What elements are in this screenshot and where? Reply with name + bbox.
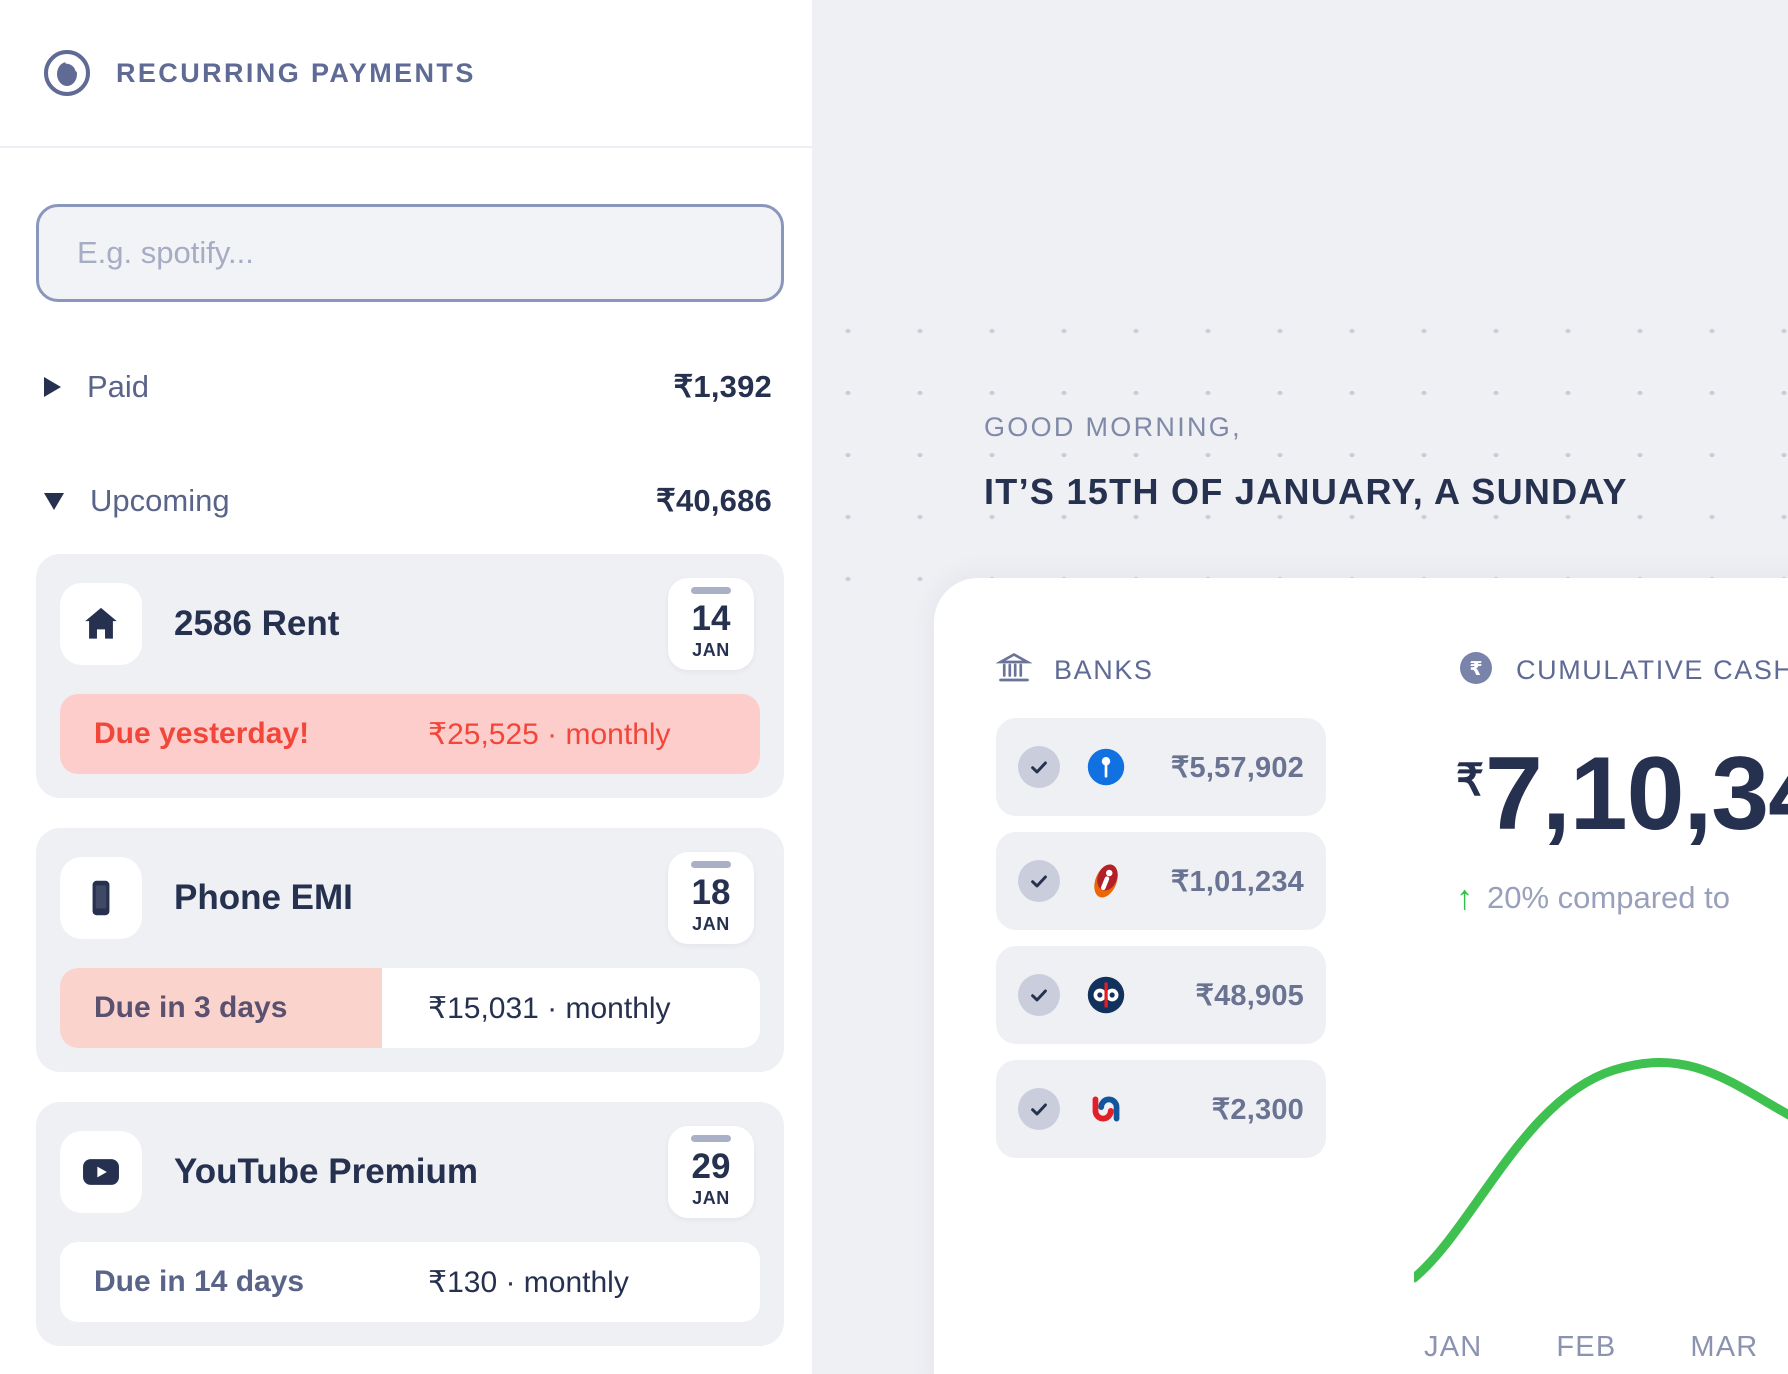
chart-x-label: MAR [1690, 1331, 1759, 1363]
kotak-logo-icon [1082, 971, 1130, 1019]
payment-card[interactable]: 2586 Rent 14 JAN Due yesterday! ₹25,525 … [36, 554, 784, 798]
phone-icon [60, 857, 142, 939]
group-header-paid[interactable]: Paid ₹1,392 [0, 356, 812, 418]
cash-section-title: CUMULATIVE CASH [1516, 655, 1788, 685]
payment-card[interactable]: Phone EMI 18 JAN Due in 3 days ₹15,031 ·… [36, 828, 784, 1072]
cumulative-cash-block: ₹7,10,34 ↑ 20% compared to [1456, 742, 1788, 916]
due-amount-label: ₹15,031 · monthly [428, 991, 671, 1025]
payment-card-list: 2586 Rent 14 JAN Due yesterday! ₹25,525 … [0, 532, 812, 1346]
union-bank-logo-icon [1082, 1085, 1130, 1133]
cash-line-chart [1409, 978, 1788, 1358]
cash-amount-value: 7,10,34 [1485, 736, 1788, 852]
check-icon[interactable] [1018, 974, 1060, 1016]
greeting-small: GOOD MORNING, [984, 412, 1242, 442]
arrow-up-icon: ↑ [1456, 879, 1473, 917]
date-badge: 18 JAN [668, 852, 754, 944]
date-badge-day: 14 [691, 599, 731, 638]
banks-list: ₹5,57,902 ₹1,01,234 ₹48,905 ₹2,300 [996, 718, 1326, 1174]
check-icon[interactable] [1018, 1088, 1060, 1130]
date-badge-month: JAN [692, 640, 730, 660]
bank-row-kotak[interactable]: ₹48,905 [996, 946, 1326, 1044]
payment-due-row: Due yesterday! ₹25,525 · monthly [60, 694, 760, 774]
bank-row-icici[interactable]: ₹1,01,234 [996, 832, 1326, 930]
payment-name: Phone EMI [174, 878, 353, 917]
payment-name: 2586 Rent [174, 604, 340, 643]
greeting-date: IT’S 15TH OF JANUARY, A SUNDAY [984, 471, 1628, 512]
payment-card-header: Phone EMI 18 JAN [60, 850, 760, 946]
cash-trend-text: 20% compared to [1487, 880, 1730, 915]
dashboard-main-panel: GOOD MORNING, IT’S 15TH OF JANUARY, A SU… [812, 0, 1788, 1374]
search-input[interactable] [36, 204, 784, 302]
payment-card[interactable]: YouTube Premium 29 JAN Due in 14 days ₹1… [36, 1102, 784, 1346]
chart-x-axis-labels: JAN FEB MAR [1424, 1331, 1788, 1364]
payment-card-header: YouTube Premium 29 JAN [60, 1124, 760, 1220]
summary-panel: BANKS ₹5,57,902 ₹1,01,234 ₹48,905 ₹2,300… [934, 578, 1788, 1374]
home-icon [60, 583, 142, 665]
group-label-upcoming: Upcoming [90, 483, 230, 518]
payment-name: YouTube Premium [174, 1152, 479, 1191]
bank-amount: ₹48,905 [1195, 979, 1304, 1012]
banks-section-header: BANKS [995, 650, 1154, 691]
rupee-circle-icon: ₹ [1458, 650, 1494, 691]
calendar-binding-icon [691, 1135, 731, 1142]
chart-x-label: FEB [1556, 1331, 1617, 1363]
icici-logo-icon [1082, 857, 1130, 905]
date-badge: 29 JAN [668, 1126, 754, 1218]
calendar-binding-icon [691, 587, 731, 594]
sbi-logo-icon [1082, 743, 1130, 791]
triangle-right-icon [44, 377, 61, 397]
sidebar-header: RECURRING PAYMENTS [0, 0, 812, 148]
group-amount-upcoming: ₹40,686 [656, 483, 772, 518]
page-title: RECURRING PAYMENTS [116, 57, 476, 88]
group-header-upcoming[interactable]: Upcoming ₹40,686 [0, 470, 812, 532]
svg-text:₹: ₹ [1469, 658, 1482, 680]
check-icon[interactable] [1018, 746, 1060, 788]
rupee-symbol: ₹ [1456, 756, 1484, 805]
search-container [0, 148, 812, 302]
date-badge-day: 29 [691, 1147, 731, 1186]
calendar-binding-icon [691, 861, 731, 868]
app-root: RECURRING PAYMENTS Paid ₹1,392 Upcoming … [0, 0, 1788, 1374]
bank-amount: ₹1,01,234 [1170, 865, 1304, 898]
recurring-payments-sidebar: RECURRING PAYMENTS Paid ₹1,392 Upcoming … [0, 0, 812, 1374]
due-amount-label: ₹130 · monthly [428, 1265, 629, 1299]
date-badge-month: JAN [692, 914, 730, 934]
bank-row-sbi[interactable]: ₹5,57,902 [996, 718, 1326, 816]
group-amount-paid: ₹1,392 [673, 369, 772, 404]
due-status-label: Due yesterday! [94, 717, 310, 750]
bank-building-icon [995, 650, 1033, 691]
bank-amount: ₹5,57,902 [1170, 751, 1304, 784]
chart-x-label: JAN [1424, 1331, 1483, 1363]
date-badge-day: 18 [691, 873, 731, 912]
due-status-label: Due in 3 days [60, 968, 382, 1048]
circular-timer-logo-icon [44, 50, 90, 96]
due-status-label: Due in 14 days [94, 1265, 305, 1298]
cash-amount: ₹7,10,34 [1456, 742, 1788, 846]
banks-section-title: BANKS [1054, 655, 1154, 685]
group-label-paid: Paid [87, 369, 150, 404]
check-icon[interactable] [1018, 860, 1060, 902]
payment-card-header: 2586 Rent 14 JAN [60, 576, 760, 672]
payment-due-row: Due in 3 days ₹15,031 · monthly [60, 968, 760, 1048]
date-badge: 14 JAN [668, 578, 754, 670]
date-badge-month: JAN [692, 1188, 730, 1208]
bank-amount: ₹2,300 [1211, 1093, 1304, 1126]
cash-trend: ↑ 20% compared to [1456, 880, 1788, 916]
bank-row-union[interactable]: ₹2,300 [996, 1060, 1326, 1158]
greeting-block: GOOD MORNING, IT’S 15TH OF JANUARY, A SU… [984, 412, 1628, 513]
payment-due-row: Due in 14 days ₹130 · monthly [60, 1242, 760, 1322]
youtube-icon [60, 1131, 142, 1213]
triangle-down-icon [44, 492, 64, 510]
due-amount-label: ₹25,525 · monthly [428, 717, 671, 751]
cash-section-header: ₹ CUMULATIVE CASH [1458, 650, 1788, 691]
